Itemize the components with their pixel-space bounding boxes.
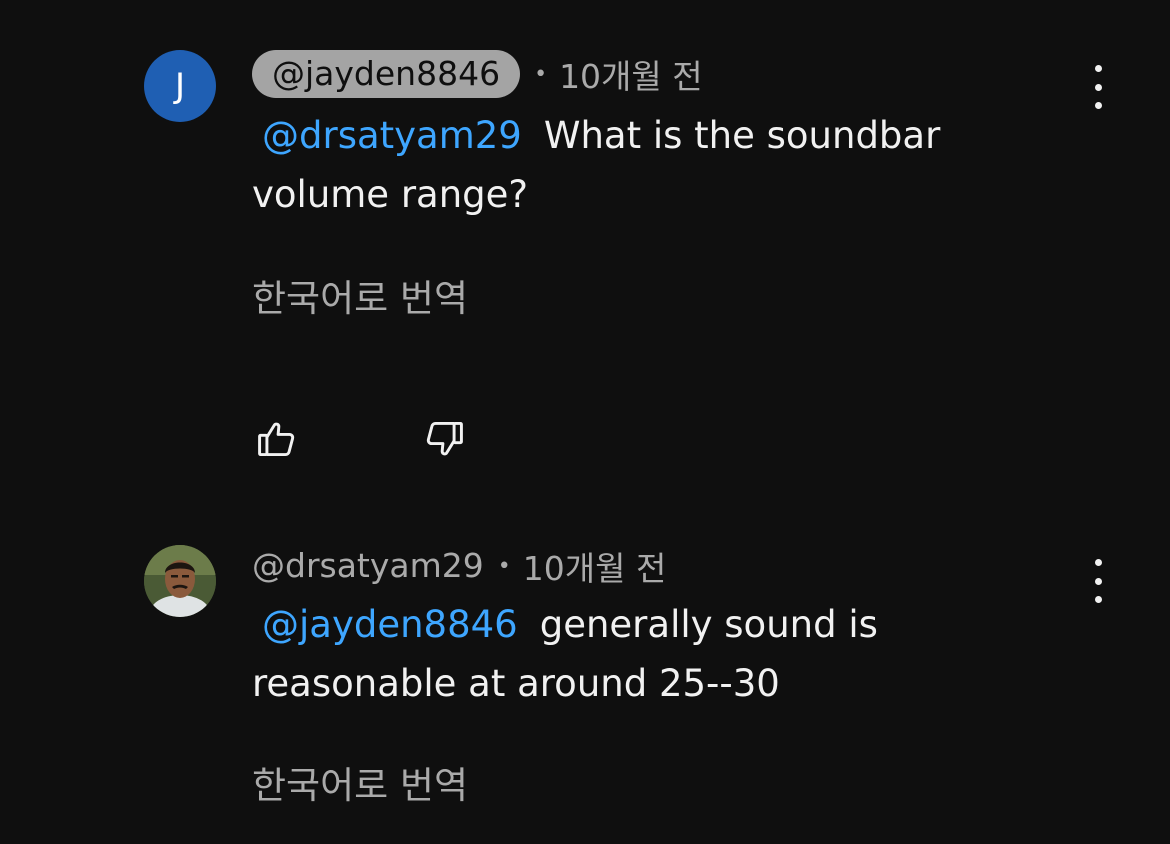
comment-text-line: generally sound is [539,603,878,646]
comment-timestamp: 10개월 전 [522,549,667,588]
translate-link[interactable]: 한국어로 번역 [252,268,468,322]
author-handle[interactable]: @drsatyam29 [252,542,484,590]
meta-separator: • [497,553,511,579]
comment-text-line: What is the soundbar [543,114,941,157]
avatar[interactable] [144,545,216,617]
like-button[interactable] [255,417,299,461]
more-options-button[interactable] [1082,65,1114,109]
thumbs-up-icon [258,422,295,457]
comment-text-line: reasonable at around 25--30 [252,662,780,705]
comment-meta: @drsatyam29 • 10개월 전 [252,542,666,590]
translate-link[interactable]: 한국어로 번역 [252,755,468,809]
avatar-letter: J [174,66,186,106]
more-options-button[interactable] [1082,559,1114,603]
comment-timestamp: 10개월 전 [559,57,703,96]
comment-body: @drsatyam29 What is the soundbar volume r… [252,106,1052,224]
comment-meta: @jayden8846 • 10개월 전 [252,50,703,98]
more-vert-icon [1094,559,1102,566]
dislike-button[interactable] [422,417,466,461]
comment-text-line: volume range? [252,173,529,216]
more-vert-icon [1094,65,1102,72]
avatar[interactable]: J [144,50,216,122]
author-handle-chip[interactable]: @jayden8846 [252,50,521,98]
meta-separator: • [534,61,548,87]
mention-link[interactable]: @drsatyam29 [262,114,522,157]
comment-body: @jayden8846 generally sound is reasonable… [252,595,1052,713]
user-photo-icon [144,545,216,617]
thumbs-down-icon [426,421,463,456]
mention-link[interactable]: @jayden8846 [262,603,518,646]
